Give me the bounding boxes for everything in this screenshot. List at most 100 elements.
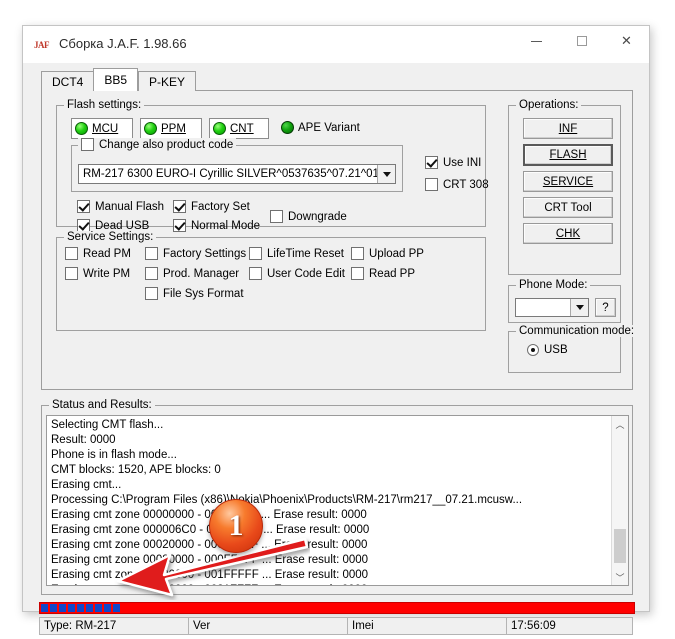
use-ini-checkbox[interactable]: Use INI — [425, 156, 481, 169]
screenshot-root: JAF Сборка J.A.F. 1.98.66 ✕ DCT4 BB5 P-K… — [0, 0, 675, 639]
crt-308-label: CRT 308 — [443, 178, 489, 191]
maximize-button[interactable] — [559, 26, 604, 56]
statusbar-time: 17:56:09 — [506, 617, 633, 635]
cnt-led-button[interactable]: CNT — [209, 118, 269, 139]
change-product-code-checkbox[interactable]: Change also product code — [78, 138, 237, 151]
product-code-group: Change also product code RM-217 6300 EUR… — [71, 138, 403, 192]
progress-chunk — [95, 604, 102, 612]
phone-mode-dropdown-button[interactable] — [570, 299, 588, 316]
factory-settings-label: Factory Settings — [163, 247, 247, 260]
progress-chunk — [113, 604, 120, 612]
factory-settings-checkbox[interactable]: Factory Settings — [145, 247, 246, 260]
crt-308-checkbox[interactable]: CRT 308 — [425, 178, 489, 191]
log-line: Processing C:\Program Files (x86)\Nokia\… — [51, 494, 523, 506]
lifetime-reset-checkbox[interactable]: LifeTime Reset — [249, 247, 344, 260]
downgrade-checkbox[interactable]: Downgrade — [270, 210, 347, 223]
crt-tool-button[interactable]: CRT Tool — [523, 197, 613, 218]
annotation-arrow — [116, 537, 309, 597]
usb-radio[interactable]: USB — [527, 344, 568, 356]
normal-mode-box — [173, 219, 186, 232]
lifetime-reset-label: LifeTime Reset — [267, 247, 344, 260]
flash-settings-label: Flash settings: — [64, 99, 145, 111]
crt-tool-button-label: CRT Tool — [544, 201, 592, 214]
chevron-down-icon — [575, 305, 584, 310]
normal-mode-checkbox[interactable]: Normal Mode — [173, 219, 260, 232]
log-line: Phone is in flash mode... — [51, 449, 177, 461]
close-button[interactable]: ✕ — [604, 26, 649, 56]
statusbar-type: Type: RM-217 — [39, 617, 189, 635]
file-sys-format-checkbox[interactable]: File Sys Format — [145, 287, 244, 300]
statusbar: Type: RM-217 Ver Imei 17:56:09 — [39, 617, 635, 635]
user-code-edit-checkbox[interactable]: User Code Edit — [249, 267, 345, 280]
mcu-led-icon — [75, 122, 88, 135]
communication-mode-group: Communication mode: USB — [508, 325, 638, 373]
usb-radio-circle — [527, 344, 539, 356]
chk-button[interactable]: CHK — [523, 223, 613, 244]
cnt-led-icon — [213, 122, 226, 135]
communication-mode-label: Communication mode: — [516, 325, 638, 337]
scroll-up-icon[interactable]: ︿ — [612, 416, 628, 432]
service-settings-group: Service Settings: Read PM Write PM Facto… — [56, 231, 486, 331]
flash-button[interactable]: FLASH — [523, 144, 613, 166]
window-title: Сборка J.A.F. 1.98.66 — [59, 36, 187, 51]
progress-chunk — [41, 604, 48, 612]
status-log-scrollbar[interactable]: ︿ ﹀ — [611, 416, 628, 585]
user-code-edit-label: User Code Edit — [267, 267, 345, 280]
chevron-down-icon — [382, 171, 391, 177]
maximize-icon — [576, 36, 587, 46]
upload-pp-box — [351, 247, 364, 260]
mcu-led-button[interactable]: MCU — [71, 118, 133, 139]
manual-flash-label: Manual Flash — [95, 200, 165, 213]
upload-pp-checkbox[interactable]: Upload PP — [351, 247, 424, 260]
tabstrip: DCT4 BB5 P-KEY — [41, 68, 197, 91]
annotation-badge-number: 1 — [228, 509, 244, 542]
read-pm-box — [65, 247, 78, 260]
jaf-logo-icon: JAF — [34, 40, 50, 50]
inf-button[interactable]: INF — [523, 118, 613, 139]
tab-bb5[interactable]: BB5 — [93, 68, 139, 91]
inf-button-label: INF — [558, 122, 578, 135]
factory-set-checkbox[interactable]: Factory Set — [173, 200, 250, 213]
ppm-led-button[interactable]: PPM — [140, 118, 202, 139]
normal-mode-label: Normal Mode — [191, 219, 261, 232]
ape-variant-label: APE Variant — [298, 121, 360, 134]
file-sys-format-label: File Sys Format — [163, 287, 244, 300]
product-code-dropdown-button[interactable] — [377, 165, 395, 183]
progress-chunk — [77, 604, 84, 612]
read-pp-checkbox[interactable]: Read PP — [351, 267, 415, 280]
write-pm-label: Write PM — [83, 267, 131, 280]
read-pm-checkbox[interactable]: Read PM — [65, 247, 131, 260]
read-pm-label: Read PM — [83, 247, 131, 260]
progress-chunks — [40, 603, 634, 613]
scroll-down-icon[interactable]: ﹀ — [612, 569, 628, 585]
progress-chunk — [50, 604, 57, 612]
prod-manager-checkbox[interactable]: Prod. Manager — [145, 267, 239, 280]
use-ini-label: Use INI — [443, 156, 482, 169]
ape-variant-led-button[interactable]: APE Variant — [281, 121, 360, 134]
prod-manager-label: Prod. Manager — [163, 267, 240, 280]
service-button[interactable]: SERVICE — [523, 171, 613, 192]
product-code-value: RM-217 6300 EURO-I Cyrillic SILVER^05376… — [83, 168, 377, 180]
write-pm-checkbox[interactable]: Write PM — [65, 267, 130, 280]
prod-manager-box — [145, 267, 158, 280]
phone-mode-label: Phone Mode: — [516, 279, 591, 291]
mcu-label: MCU — [92, 122, 119, 135]
tab-dct4[interactable]: DCT4 — [41, 71, 95, 91]
manual-flash-box — [77, 200, 90, 213]
read-pp-label: Read PP — [369, 267, 416, 280]
scrollbar-thumb[interactable] — [614, 529, 626, 563]
product-code-combo[interactable]: RM-217 6300 EURO-I Cyrillic SILVER^05376… — [78, 164, 396, 184]
progress-bar — [39, 602, 635, 614]
tab-pkey[interactable]: P-KEY — [138, 71, 197, 91]
chk-button-label: CHK — [555, 227, 581, 240]
log-line: CMT blocks: 1520, APE blocks: 0 — [51, 464, 221, 476]
change-product-code-label: Change also product code — [99, 138, 234, 151]
upload-pp-label: Upload PP — [369, 247, 424, 260]
manual-flash-checkbox[interactable]: Manual Flash — [77, 200, 164, 213]
flash-button-label: FLASH — [549, 149, 587, 161]
phone-mode-combo[interactable] — [515, 298, 589, 317]
phone-mode-help-button[interactable]: ? — [595, 298, 616, 317]
status-results-label: Status and Results: — [49, 399, 155, 411]
minimize-button[interactable] — [514, 26, 559, 56]
write-pm-box — [65, 267, 78, 280]
